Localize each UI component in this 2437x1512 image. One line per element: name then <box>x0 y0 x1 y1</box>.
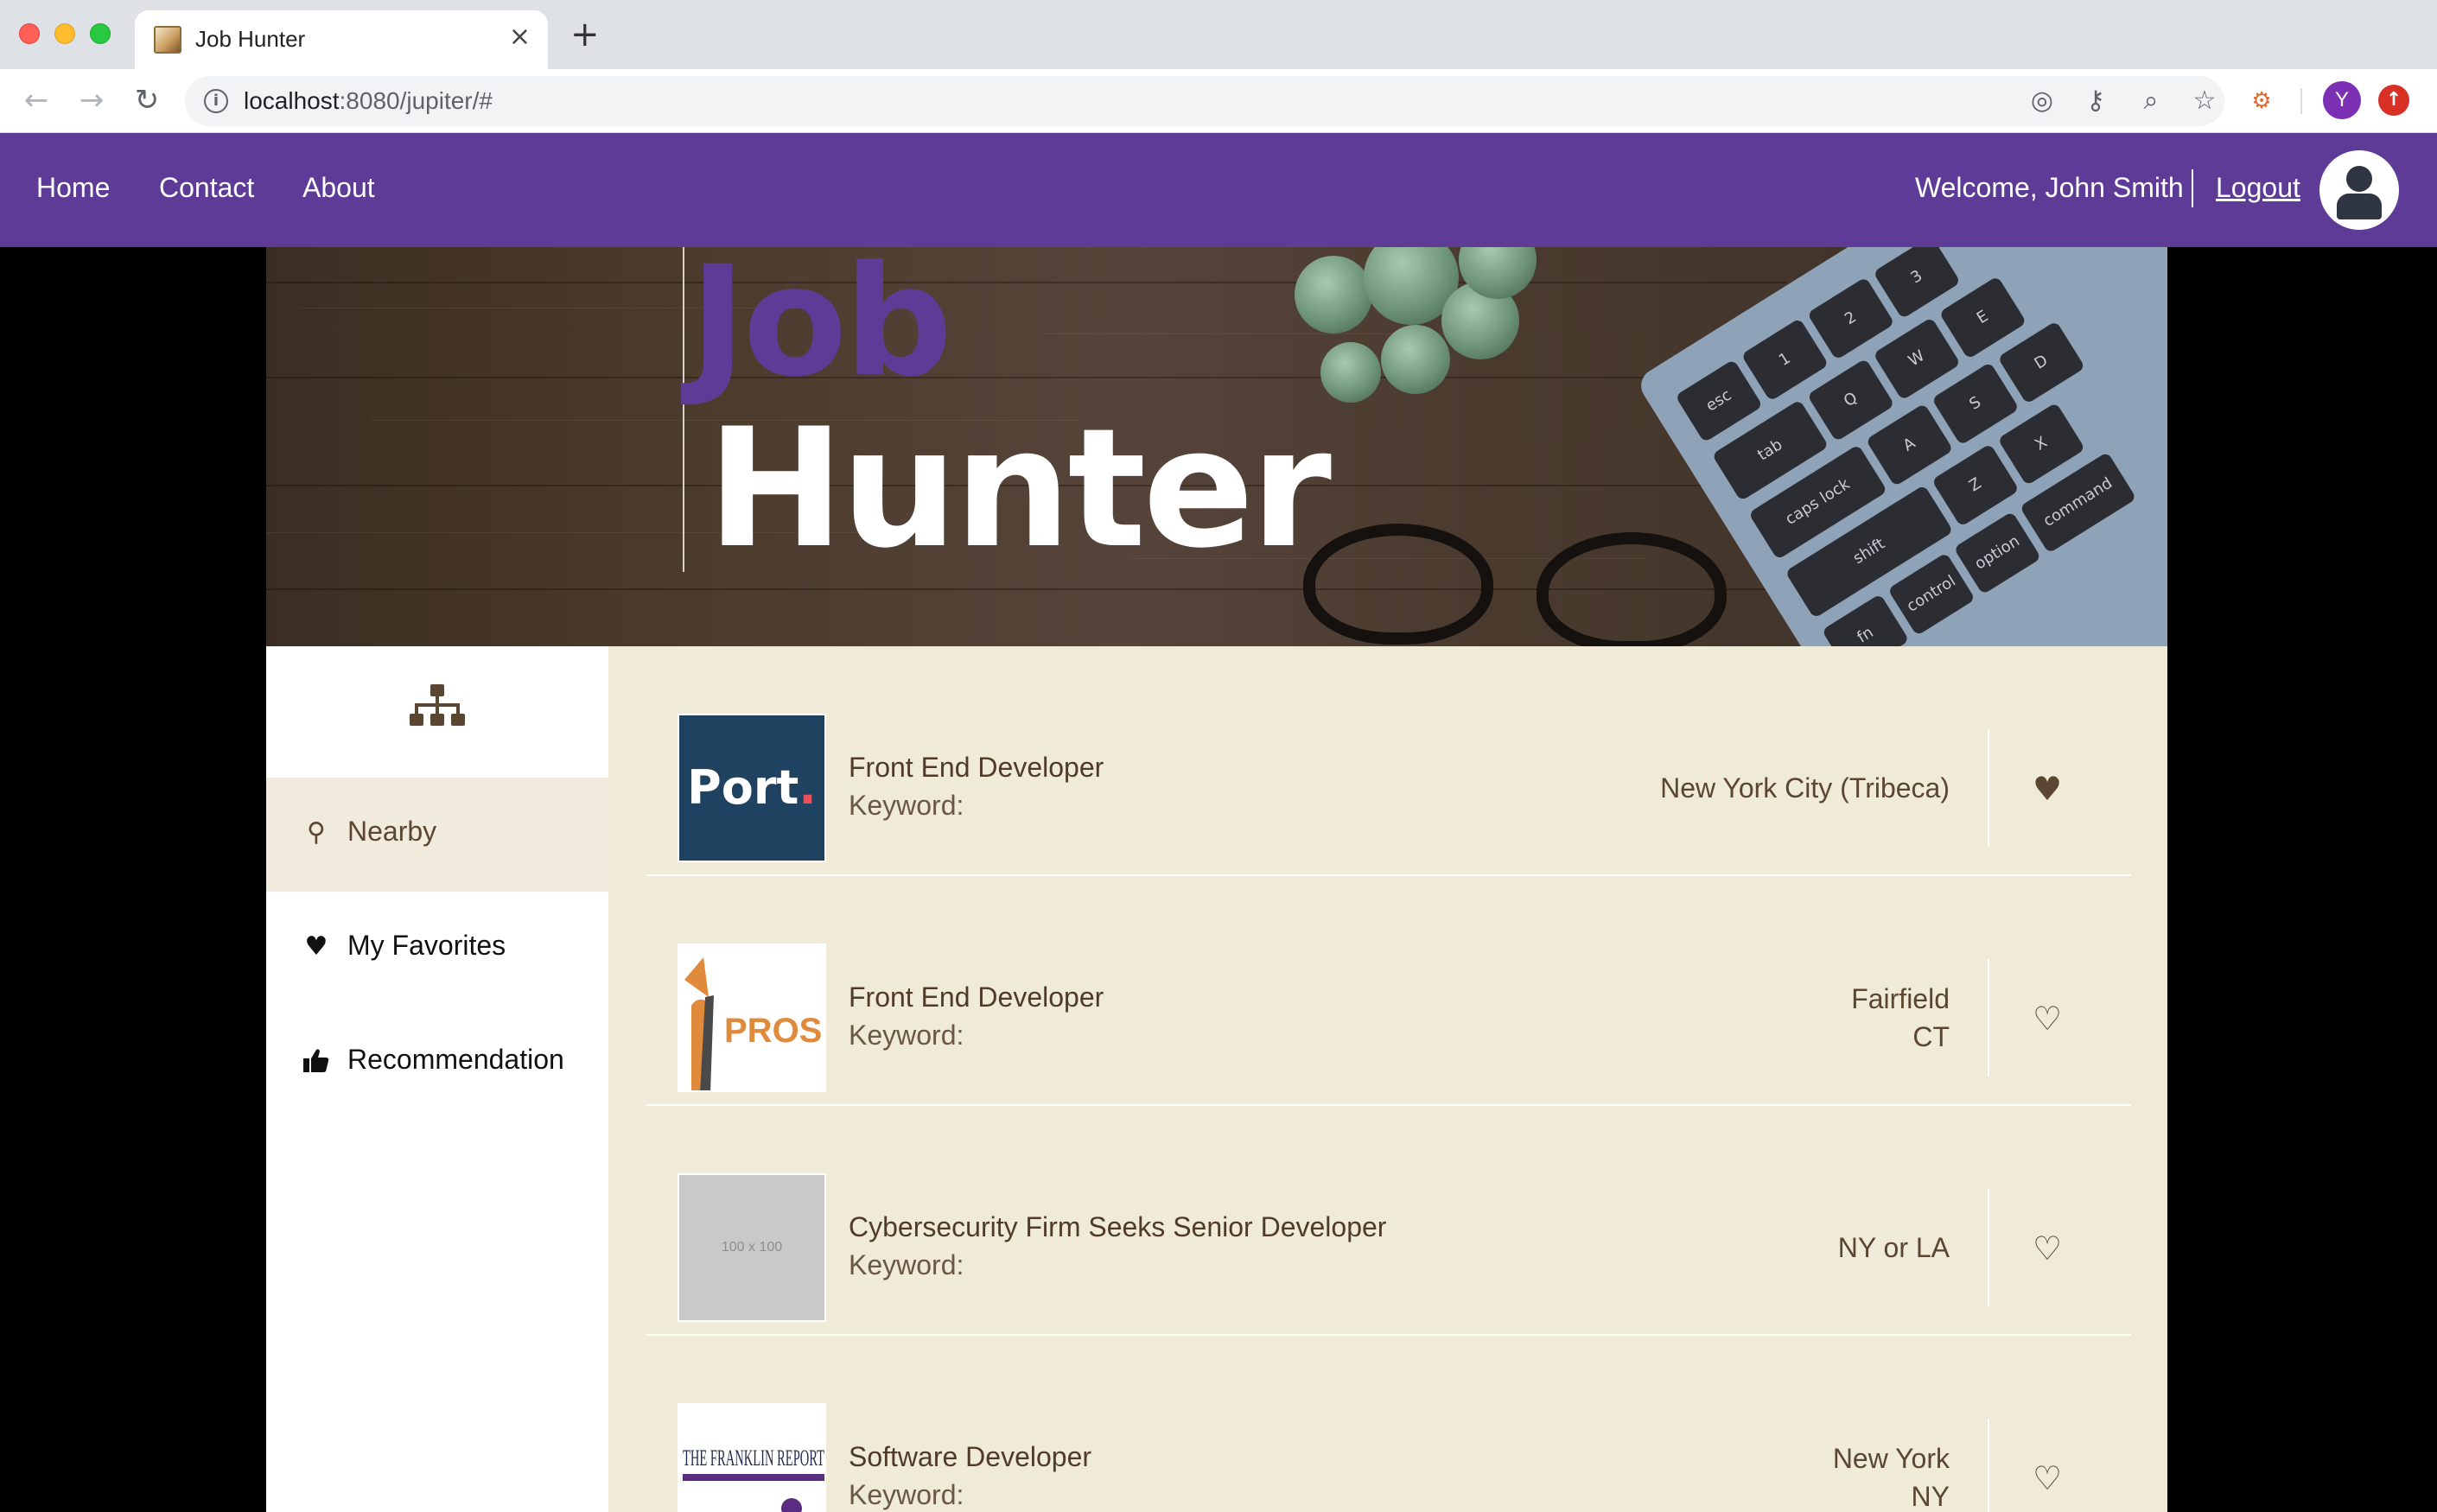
close-window-button[interactable] <box>19 23 40 44</box>
franklin-report-logo: THE FRANKLIN REPORT <box>683 1445 824 1512</box>
map-pin-icon: ⚲ <box>307 817 326 848</box>
hero-title-hunter: Hunter <box>707 393 1332 584</box>
nav-contact-link[interactable]: Contact <box>159 172 254 204</box>
zoom-icon[interactable]: ⌕ <box>2136 86 2166 116</box>
company-logo: Port. <box>678 714 826 862</box>
job-location-line: CT <box>1912 1021 1950 1052</box>
prosek-logo-mark: PROSEK <box>684 957 826 1090</box>
nav-divider <box>2192 169 2193 207</box>
favicon-icon <box>154 26 181 54</box>
site-info-icon[interactable]: i <box>204 89 228 113</box>
hero-divider-line <box>683 247 684 572</box>
favorite-heart-filled-icon[interactable]: ♥ <box>2027 769 2067 809</box>
job-title[interactable]: Front End Developer <box>849 982 1104 1013</box>
job-divider <box>1988 1189 1989 1306</box>
user-avatar-icon[interactable] <box>2319 150 2399 230</box>
job-list: Port. Front End Developer Keyword: New Y… <box>608 646 2167 1512</box>
glasses-lens <box>1537 532 1727 646</box>
browser-tabstrip: Job Hunter × + <box>0 0 2437 69</box>
job-keyword: Keyword: <box>849 1479 964 1510</box>
logo-text: THE FRANKLIN REPORT <box>683 1445 824 1471</box>
tab-close-icon[interactable]: × <box>509 24 531 50</box>
job-title[interactable]: Software Developer <box>849 1441 1091 1473</box>
job-keyword: Keyword: <box>849 1249 964 1280</box>
hero-banner: esc 1 2 3 tab Q W E caps lock A S D shif… <box>266 247 2167 646</box>
sidebar-item-recommendation[interactable]: Recommendation <box>266 1006 608 1120</box>
plant-leaf <box>1295 256 1372 334</box>
job-location: NY or LA <box>1838 1229 1950 1267</box>
job-location: New York City (Tribeca) <box>1660 769 1950 807</box>
logo-text: Port. <box>687 760 817 815</box>
company-logo: PROSEK <box>678 943 826 1092</box>
job-item[interactable]: PROSEK Front End Developer Keyword: Fair… <box>646 876 2131 1106</box>
sidebar-item-favorites[interactable]: ♥ My Favorites <box>266 892 608 1006</box>
job-keyword: Keyword: <box>849 1020 964 1051</box>
plant-leaf <box>1320 342 1381 403</box>
plant-leaf <box>1381 325 1450 394</box>
favorite-heart-outline-icon[interactable]: ♡ <box>2027 1458 2067 1498</box>
sidebar-item-label: My Favorites <box>347 930 506 961</box>
key-icon[interactable]: ⚷ <box>2081 86 2110 116</box>
sidebar: ⚲ Nearby ♥ My Favorites Recommendation <box>266 646 608 1512</box>
sidebar-item-label: Nearby <box>347 816 437 847</box>
job-item[interactable]: Port. Front End Developer Keyword: New Y… <box>646 646 2131 876</box>
logo-text: 100 x 100 <box>721 1240 783 1255</box>
tab-title: Job Hunter <box>195 26 306 52</box>
app-navbar: Home Contact About Welcome, John Smith L… <box>0 133 2437 247</box>
bookmark-star-icon[interactable]: ☆ <box>2190 86 2219 116</box>
job-keyword: Keyword: <box>849 790 964 821</box>
job-location-line: NY or LA <box>1837 1232 1950 1263</box>
job-location-line: New York City (Tribeca) <box>1660 772 1950 804</box>
job-location-line: NY <box>1911 1481 1950 1512</box>
welcome-text: Welcome, John Smith <box>1915 172 2184 203</box>
update-icon[interactable]: ↑ <box>2378 85 2409 116</box>
favorite-heart-outline-icon[interactable]: ♡ <box>2027 999 2067 1039</box>
job-divider <box>1988 1419 1989 1512</box>
job-item[interactable]: 100 x 100 Cybersecurity Firm Seeks Senio… <box>646 1106 2131 1336</box>
logo-dot: . <box>799 760 817 815</box>
job-title[interactable]: Cybersecurity Firm Seeks Senior Develope… <box>849 1211 1386 1243</box>
job-item[interactable]: THE FRANKLIN REPORT Software Developer K… <box>646 1336 2131 1512</box>
url-text[interactable]: localhost:8080/jupiter/# <box>244 87 493 115</box>
address-bar[interactable]: i localhost:8080/jupiter/# ◎ ⚷ ⌕ ☆ <box>185 76 2224 126</box>
reload-icon[interactable]: ↻ <box>130 83 164 118</box>
job-location-line: Fairfield <box>1851 983 1950 1014</box>
nav-home-link[interactable]: Home <box>36 172 110 204</box>
sidebar-item-nearby[interactable]: ⚲ Nearby <box>266 778 608 892</box>
favorite-heart-outline-icon[interactable]: ♡ <box>2027 1229 2067 1268</box>
back-arrow-icon[interactable]: ← <box>19 83 54 118</box>
forward-arrow-icon[interactable]: → <box>74 83 109 118</box>
glasses-lens <box>1303 524 1493 645</box>
job-location-line: New York <box>1832 1443 1950 1474</box>
job-title[interactable]: Front End Developer <box>849 752 1104 784</box>
new-tab-button[interactable]: + <box>570 17 600 52</box>
company-logo-placeholder: 100 x 100 <box>678 1173 826 1322</box>
job-divider <box>1988 729 1989 847</box>
job-divider <box>1988 959 1989 1077</box>
url-path: :8080/jupiter/# <box>339 87 493 114</box>
url-host: localhost <box>244 87 340 114</box>
job-location: New York NY <box>1833 1439 1950 1512</box>
maximize-window-button[interactable] <box>90 23 111 44</box>
sitemap-icon <box>410 684 465 726</box>
extension-icon[interactable]: ⚙ <box>2247 86 2276 116</box>
browser-tab[interactable]: Job Hunter × <box>135 10 548 69</box>
logout-link[interactable]: Logout <box>2216 172 2300 204</box>
location-target-icon[interactable]: ◎ <box>2027 86 2057 116</box>
minimize-window-button[interactable] <box>54 23 75 44</box>
logo-text: PROSEK <box>724 1012 826 1050</box>
nav-about-link[interactable]: About <box>302 172 375 204</box>
company-logo: THE FRANKLIN REPORT <box>678 1403 826 1512</box>
browser-toolbar: ← → ↻ i localhost:8080/jupiter/# ◎ ⚷ ⌕ ☆… <box>0 69 2437 133</box>
job-location: Fairfield CT <box>1851 980 1950 1056</box>
heart-icon: ♥ <box>304 931 328 962</box>
toolbar-divider <box>2300 88 2302 114</box>
sidebar-header <box>266 646 608 778</box>
thumbs-up-icon <box>303 1049 329 1072</box>
hero-title-job: Job <box>690 247 952 410</box>
profile-avatar[interactable]: Y <box>2323 81 2361 119</box>
sidebar-item-label: Recommendation <box>347 1044 564 1075</box>
